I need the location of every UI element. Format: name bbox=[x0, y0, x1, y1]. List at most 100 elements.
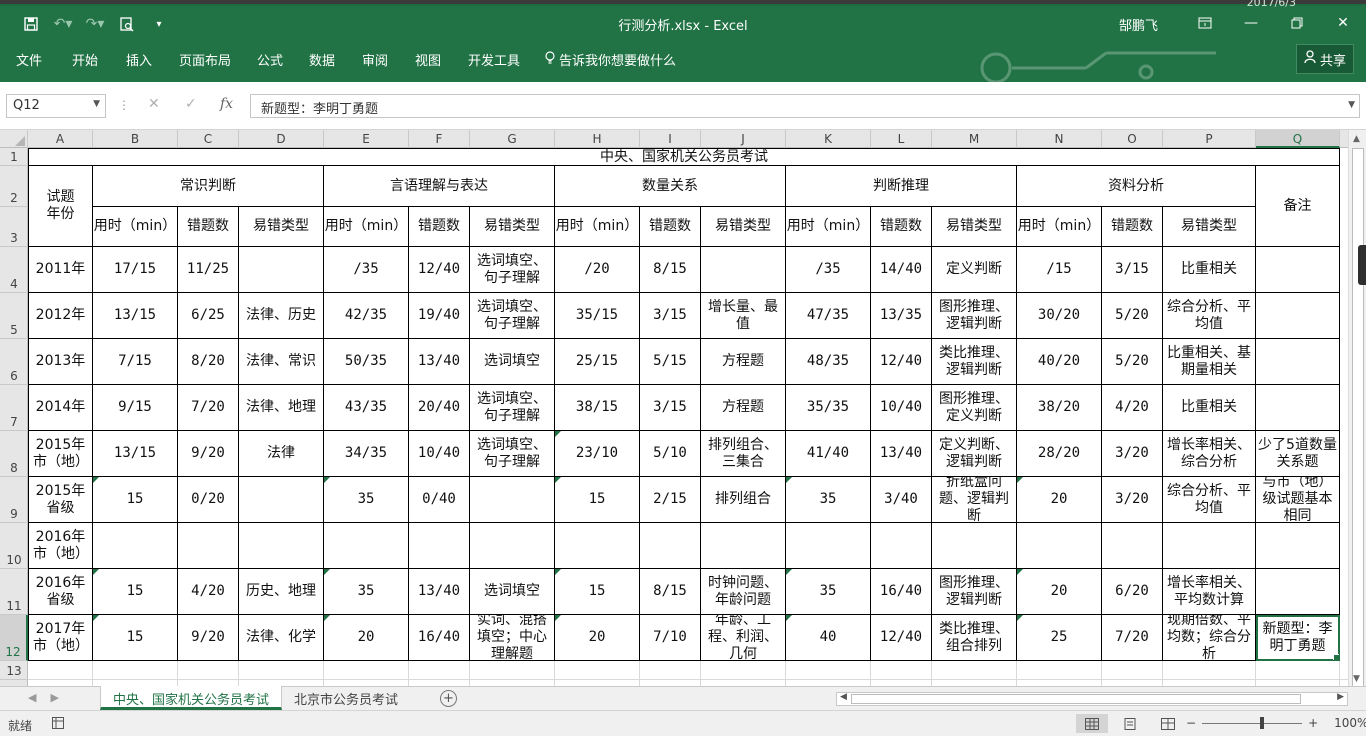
data-cell-j9[interactable]: 排列组合 bbox=[701, 477, 786, 523]
data-cell-c5[interactable]: 6/25 bbox=[178, 293, 239, 339]
year-header[interactable]: 试题 年份 bbox=[28, 166, 93, 247]
data-cell-g7[interactable]: 选词填空、句子理解 bbox=[470, 385, 555, 431]
restore-icon[interactable] bbox=[1274, 6, 1320, 40]
data-cell-k8[interactable]: 41/40 bbox=[786, 431, 871, 477]
row-header-7[interactable]: 7 bbox=[0, 385, 28, 431]
data-cell-p12[interactable]: 现期倍数、平均数；综合分析 bbox=[1163, 615, 1256, 661]
data-cell-p4[interactable]: 比重相关 bbox=[1163, 247, 1256, 293]
data-cell-o12[interactable]: 7/20 bbox=[1102, 615, 1163, 661]
data-cell-m6[interactable]: 类比推理、逻辑判断 bbox=[932, 339, 1017, 385]
data-cell-d7[interactable]: 法律、地理 bbox=[239, 385, 324, 431]
data-cell-g11[interactable]: 选词填空 bbox=[470, 569, 555, 615]
data-cell-o10[interactable] bbox=[1102, 523, 1163, 569]
zoom-slider[interactable] bbox=[1202, 716, 1303, 729]
data-cell-i7[interactable]: 3/15 bbox=[640, 385, 701, 431]
data-cell-l10[interactable] bbox=[871, 523, 932, 569]
section-header-1[interactable]: 常识判断 bbox=[93, 166, 324, 207]
data-cell-p8[interactable]: 增长率相关、综合分析 bbox=[1163, 431, 1256, 477]
data-cell-g9[interactable] bbox=[470, 477, 555, 523]
column-header-n[interactable]: N bbox=[1017, 130, 1102, 148]
data-cell-b4[interactable]: 17/15 bbox=[93, 247, 178, 293]
data-cell-c10[interactable] bbox=[178, 523, 239, 569]
data-cell-q5[interactable] bbox=[1256, 293, 1340, 339]
data-cell-e11[interactable]: 35 bbox=[324, 569, 409, 615]
row-header-6[interactable]: 6 bbox=[0, 339, 28, 385]
data-cell-e8[interactable]: 34/35 bbox=[324, 431, 409, 477]
formula-input[interactable]: 新题型：李明丁勇题 ▼ bbox=[250, 94, 1360, 118]
data-cell-b10[interactable] bbox=[93, 523, 178, 569]
row-header-4[interactable]: 4 bbox=[0, 247, 28, 293]
add-sheet-icon[interactable]: + bbox=[440, 690, 457, 707]
data-cell-k7[interactable]: 35/35 bbox=[786, 385, 871, 431]
data-cell-l7[interactable]: 10/40 bbox=[871, 385, 932, 431]
errors-header-4[interactable]: 错题数 bbox=[871, 207, 932, 247]
data-cell-a8[interactable]: 2015年市（地） bbox=[28, 431, 93, 477]
data-cell-c9[interactable]: 0/20 bbox=[178, 477, 239, 523]
data-cell-p10[interactable] bbox=[1163, 523, 1256, 569]
zoom-percent[interactable]: 100% bbox=[1334, 716, 1366, 730]
next-sheet-icon[interactable]: ▶ bbox=[50, 691, 58, 704]
close-icon[interactable]: ✕ bbox=[1320, 6, 1366, 40]
sheet-tab-beijing[interactable]: 北京市公务员考试 bbox=[282, 686, 410, 710]
data-cell-i9[interactable]: 2/15 bbox=[640, 477, 701, 523]
data-cell-d4[interactable] bbox=[239, 247, 324, 293]
column-header-d[interactable]: D bbox=[239, 130, 324, 148]
column-header-b[interactable]: B bbox=[93, 130, 178, 148]
data-cell-c6[interactable]: 8/20 bbox=[178, 339, 239, 385]
tab-view[interactable]: 视图 bbox=[415, 50, 441, 69]
data-cell-p11[interactable]: 增长率相关、平均数计算 bbox=[1163, 569, 1256, 615]
data-cell-k4[interactable]: /35 bbox=[786, 247, 871, 293]
data-cell-d8[interactable]: 法律 bbox=[239, 431, 324, 477]
expand-formula-icon[interactable]: ▼ bbox=[1348, 100, 1355, 110]
data-cell-n10[interactable] bbox=[1017, 523, 1102, 569]
row-header-1[interactable]: 1 bbox=[0, 148, 28, 166]
time-header-5[interactable]: 用时（min） bbox=[1017, 207, 1102, 247]
name-box[interactable]: Q12 ▼ bbox=[6, 94, 106, 118]
data-cell-f10[interactable] bbox=[409, 523, 470, 569]
data-cell-q12[interactable]: 新题型：李明丁勇题 bbox=[1256, 615, 1340, 661]
data-cell-m8[interactable]: 定义判断、逻辑判断 bbox=[932, 431, 1017, 477]
data-cell-f12[interactable]: 16/40 bbox=[409, 615, 470, 661]
data-cell-p6[interactable]: 比重相关、基期量相关 bbox=[1163, 339, 1256, 385]
column-header-h[interactable]: H bbox=[555, 130, 640, 148]
data-cell-n4[interactable]: /15 bbox=[1017, 247, 1102, 293]
data-cell-i4[interactable]: 8/15 bbox=[640, 247, 701, 293]
tab-insert[interactable]: 插入 bbox=[126, 50, 152, 69]
data-cell-e12[interactable]: 20 bbox=[324, 615, 409, 661]
data-cell-l5[interactable]: 13/35 bbox=[871, 293, 932, 339]
data-cell-m12[interactable]: 类比推理、组合排列 bbox=[932, 615, 1017, 661]
data-cell-c7[interactable]: 7/20 bbox=[178, 385, 239, 431]
worksheet-grid[interactable]: 中央、国家机关公务员考试 试题 年份 常识判断 言语理解与表达 数量关系 判断推理 资料分析… bbox=[28, 148, 1348, 686]
scroll-down-icon[interactable]: ▼ bbox=[1353, 674, 1360, 684]
data-cell-n8[interactable]: 28/20 bbox=[1017, 431, 1102, 477]
data-cell-o8[interactable]: 3/20 bbox=[1102, 431, 1163, 477]
data-cell-k12[interactable]: 40 bbox=[786, 615, 871, 661]
data-cell-g12[interactable]: 实词、混搭填空；中心理解题 bbox=[470, 615, 555, 661]
data-cell-a6[interactable]: 2013年 bbox=[28, 339, 93, 385]
data-cell-q9[interactable]: 与市（地）级试题基本相同 bbox=[1256, 477, 1340, 523]
data-cell-e4[interactable]: /35 bbox=[324, 247, 409, 293]
data-cell-f7[interactable]: 20/40 bbox=[409, 385, 470, 431]
sheet-tab-central[interactable]: 中央、国家机关公务员考试 bbox=[100, 686, 283, 710]
data-cell-q6[interactable] bbox=[1256, 339, 1340, 385]
column-header-j[interactable]: J bbox=[701, 130, 786, 148]
data-cell-c4[interactable]: 11/25 bbox=[178, 247, 239, 293]
data-cell-k11[interactable]: 35 bbox=[786, 569, 871, 615]
data-cell-e7[interactable]: 43/35 bbox=[324, 385, 409, 431]
insert-function-icon[interactable]: fx bbox=[220, 96, 233, 112]
time-header-4[interactable]: 用时（min） bbox=[786, 207, 871, 247]
side-panel-grip[interactable] bbox=[1358, 245, 1366, 285]
tab-developer[interactable]: 开发工具 bbox=[468, 50, 520, 69]
data-cell-i12[interactable]: 7/10 bbox=[640, 615, 701, 661]
error-type-header-5[interactable]: 易错类型 bbox=[1163, 207, 1256, 247]
data-cell-h4[interactable]: /20 bbox=[555, 247, 640, 293]
data-cell-a11[interactable]: 2016年省级 bbox=[28, 569, 93, 615]
data-cell-g4[interactable]: 选词填空、句子理解 bbox=[470, 247, 555, 293]
data-cell-a7[interactable]: 2014年 bbox=[28, 385, 93, 431]
data-cell-q7[interactable] bbox=[1256, 385, 1340, 431]
data-cell-n7[interactable]: 38/20 bbox=[1017, 385, 1102, 431]
section-header-4[interactable]: 判断推理 bbox=[786, 166, 1017, 207]
zoom-slider-knob[interactable] bbox=[1260, 716, 1265, 729]
time-header-1[interactable]: 用时（min） bbox=[93, 207, 178, 247]
chevron-down-icon[interactable]: ▼ bbox=[93, 99, 100, 109]
